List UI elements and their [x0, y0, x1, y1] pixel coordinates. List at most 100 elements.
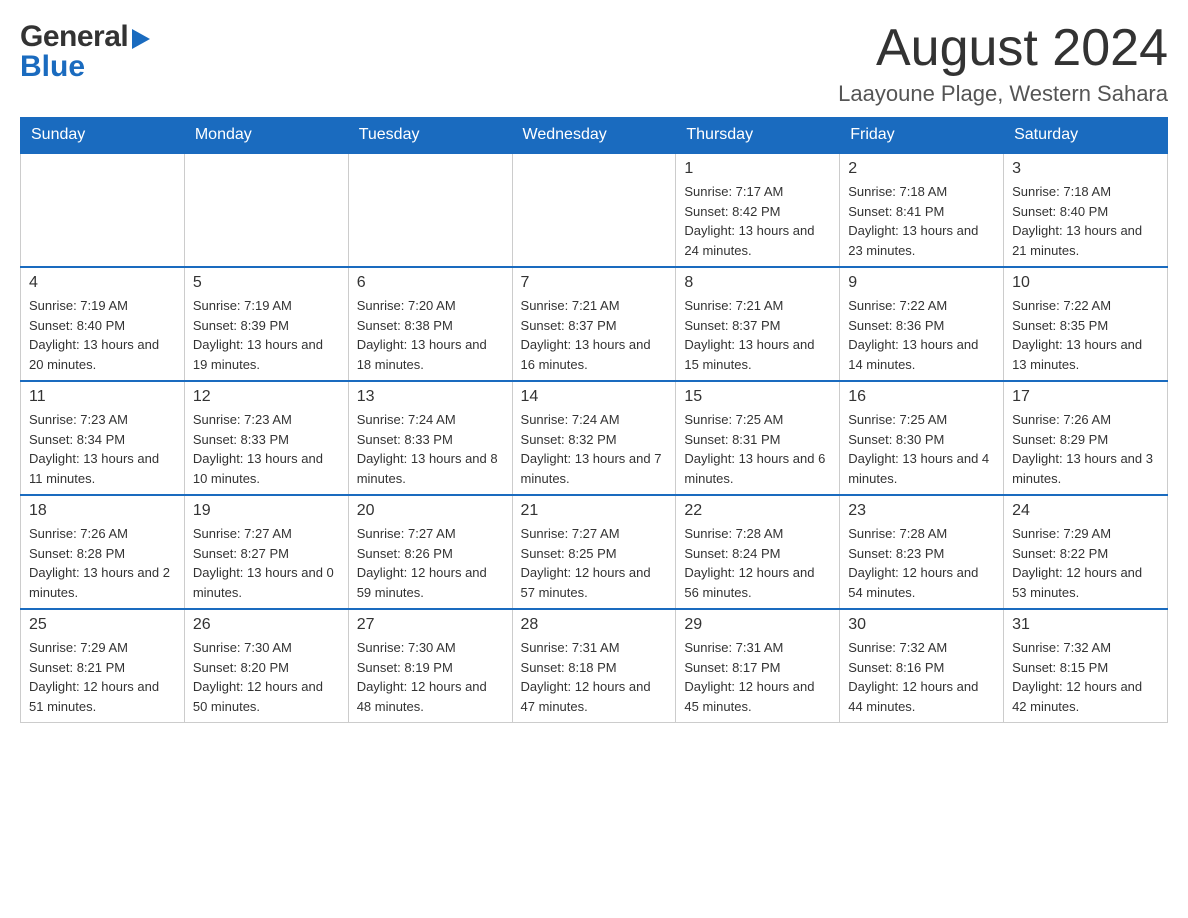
day-number: 7 — [521, 274, 668, 292]
calendar-day: 31 Sunrise: 7:32 AMSunset: 8:15 PMDayligh… — [1004, 609, 1168, 723]
day-info: Sunrise: 7:24 AMSunset: 8:33 PMDaylight:… — [357, 410, 504, 488]
calendar-day: 9Sunrise: 7:22 AMSunset: 8:36 PMDaylight… — [840, 267, 1004, 381]
calendar-day: 19 Sunrise: 7:27 AMSunset: 8:27 PMDayligh… — [184, 495, 348, 609]
calendar-week-4: 18Sunrise: 7:26 AMSunset: 8:28 PMDayligh… — [21, 495, 1168, 609]
calendar-day: 13 Sunrise: 7:24 AMSunset: 8:33 PMDayligh… — [348, 381, 512, 495]
calendar-day — [184, 153, 348, 267]
day-header-wednesday: Wednesday — [512, 118, 676, 154]
calendar-day: 3 Sunrise: 7:18 AMSunset: 8:40 PMDaylight… — [1004, 153, 1168, 267]
day-header-tuesday: Tuesday — [348, 118, 512, 154]
calendar-day: 5Sunrise: 7:19 AMSunset: 8:39 PMDaylight… — [184, 267, 348, 381]
calendar-header: SundayMondayTuesdayWednesdayThursdayFrid… — [21, 118, 1168, 154]
calendar-week-3: 11 Sunrise: 7:23 AMSunset: 8:34 PMDayligh… — [21, 381, 1168, 495]
logo: General Blue — [20, 20, 150, 84]
calendar-day: 14 Sunrise: 7:24 AMSunset: 8:32 PMDayligh… — [512, 381, 676, 495]
day-info: Sunrise: 7:26 AMSunset: 8:29 PMDaylight:… — [1012, 410, 1159, 488]
day-number: 26 — [193, 616, 340, 634]
logo-blue-text: Blue — [20, 50, 150, 84]
calendar-day: 15 Sunrise: 7:25 AMSunset: 8:31 PMDayligh… — [676, 381, 840, 495]
calendar-day: 7Sunrise: 7:21 AMSunset: 8:37 PMDaylight… — [512, 267, 676, 381]
calendar-day: 25 Sunrise: 7:29 AMSunset: 8:21 PMDayligh… — [21, 609, 185, 723]
calendar-day: 2Sunrise: 7:18 AMSunset: 8:41 PMDaylight… — [840, 153, 1004, 267]
calendar-day: 18Sunrise: 7:26 AMSunset: 8:28 PMDayligh… — [21, 495, 185, 609]
calendar-day: 11 Sunrise: 7:23 AMSunset: 8:34 PMDayligh… — [21, 381, 185, 495]
calendar-day: 16Sunrise: 7:25 AMSunset: 8:30 PMDayligh… — [840, 381, 1004, 495]
day-number: 9 — [848, 274, 995, 292]
day-info: Sunrise: 7:29 AMSunset: 8:21 PMDaylight:… — [29, 638, 176, 716]
calendar-day: 22Sunrise: 7:28 AMSunset: 8:24 PMDayligh… — [676, 495, 840, 609]
calendar-day: 23 Sunrise: 7:28 AMSunset: 8:23 PMDayligh… — [840, 495, 1004, 609]
day-info: Sunrise: 7:25 AMSunset: 8:31 PMDaylight:… — [684, 410, 831, 488]
calendar-day: 17Sunrise: 7:26 AMSunset: 8:29 PMDayligh… — [1004, 381, 1168, 495]
day-header-saturday: Saturday — [1004, 118, 1168, 154]
calendar-day: 27 Sunrise: 7:30 AMSunset: 8:19 PMDayligh… — [348, 609, 512, 723]
day-info: Sunrise: 7:27 AMSunset: 8:27 PMDaylight:… — [193, 524, 340, 602]
logo-general-text: General — [20, 20, 128, 54]
day-info: Sunrise: 7:22 AMSunset: 8:35 PMDaylight:… — [1012, 296, 1159, 374]
day-number: 24 — [1012, 502, 1159, 520]
day-header-monday: Monday — [184, 118, 348, 154]
day-info: Sunrise: 7:27 AMSunset: 8:26 PMDaylight:… — [357, 524, 504, 602]
calendar-day: 1 Sunrise: 7:17 AMSunset: 8:42 PMDaylight… — [676, 153, 840, 267]
day-info: Sunrise: 7:18 AMSunset: 8:41 PMDaylight:… — [848, 182, 995, 260]
calendar-day: 8 Sunrise: 7:21 AMSunset: 8:37 PMDaylight… — [676, 267, 840, 381]
day-info: Sunrise: 7:18 AMSunset: 8:40 PMDaylight:… — [1012, 182, 1159, 260]
day-header-thursday: Thursday — [676, 118, 840, 154]
day-info: Sunrise: 7:20 AMSunset: 8:38 PMDaylight:… — [357, 296, 504, 374]
day-number: 1 — [684, 160, 831, 178]
calendar-week-5: 25 Sunrise: 7:29 AMSunset: 8:21 PMDayligh… — [21, 609, 1168, 723]
day-info: Sunrise: 7:24 AMSunset: 8:32 PMDaylight:… — [521, 410, 668, 488]
day-number: 3 — [1012, 160, 1159, 178]
day-number: 19 — [193, 502, 340, 520]
day-number: 22 — [684, 502, 831, 520]
day-header-sunday: Sunday — [21, 118, 185, 154]
month-title: August 2024 — [838, 20, 1168, 77]
day-info: Sunrise: 7:26 AMSunset: 8:28 PMDaylight:… — [29, 524, 176, 602]
day-number: 6 — [357, 274, 504, 292]
calendar-day: 6 Sunrise: 7:20 AMSunset: 8:38 PMDaylight… — [348, 267, 512, 381]
day-number: 13 — [357, 388, 504, 406]
day-info: Sunrise: 7:27 AMSunset: 8:25 PMDaylight:… — [521, 524, 668, 602]
day-info: Sunrise: 7:23 AMSunset: 8:34 PMDaylight:… — [29, 410, 176, 488]
day-number: 4 — [29, 274, 176, 292]
day-number: 11 — [29, 388, 176, 406]
calendar-table: SundayMondayTuesdayWednesdayThursdayFrid… — [20, 117, 1168, 723]
day-info: Sunrise: 7:23 AMSunset: 8:33 PMDaylight:… — [193, 410, 340, 488]
day-number: 30 — [848, 616, 995, 634]
calendar-day: 24Sunrise: 7:29 AMSunset: 8:22 PMDayligh… — [1004, 495, 1168, 609]
calendar-day: 29Sunrise: 7:31 AMSunset: 8:17 PMDayligh… — [676, 609, 840, 723]
calendar-day: 12 Sunrise: 7:23 AMSunset: 8:33 PMDayligh… — [184, 381, 348, 495]
day-number: 14 — [521, 388, 668, 406]
day-number: 31 — [1012, 616, 1159, 634]
calendar-day: 20 Sunrise: 7:27 AMSunset: 8:26 PMDayligh… — [348, 495, 512, 609]
day-number: 8 — [684, 274, 831, 292]
day-header-friday: Friday — [840, 118, 1004, 154]
day-info: Sunrise: 7:28 AMSunset: 8:23 PMDaylight:… — [848, 524, 995, 602]
day-info: Sunrise: 7:25 AMSunset: 8:30 PMDaylight:… — [848, 410, 995, 488]
calendar-week-2: 4 Sunrise: 7:19 AMSunset: 8:40 PMDaylight… — [21, 267, 1168, 381]
day-number: 23 — [848, 502, 995, 520]
days-header-row: SundayMondayTuesdayWednesdayThursdayFrid… — [21, 118, 1168, 154]
day-number: 12 — [193, 388, 340, 406]
day-info: Sunrise: 7:30 AMSunset: 8:19 PMDaylight:… — [357, 638, 504, 716]
day-number: 15 — [684, 388, 831, 406]
day-info: Sunrise: 7:32 AMSunset: 8:16 PMDaylight:… — [848, 638, 995, 716]
title-section: August 2024 Laayoune Plage, Western Saha… — [838, 20, 1168, 107]
day-info: Sunrise: 7:19 AMSunset: 8:40 PMDaylight:… — [29, 296, 176, 374]
calendar-week-1: 1 Sunrise: 7:17 AMSunset: 8:42 PMDaylight… — [21, 153, 1168, 267]
day-info: Sunrise: 7:17 AMSunset: 8:42 PMDaylight:… — [684, 182, 831, 260]
page-header: General Blue August 2024 Laayoune Plage,… — [20, 20, 1168, 107]
day-info: Sunrise: 7:32 AMSunset: 8:15 PMDaylight:… — [1012, 638, 1159, 716]
calendar-day: 30 Sunrise: 7:32 AMSunset: 8:16 PMDayligh… — [840, 609, 1004, 723]
day-info: Sunrise: 7:21 AMSunset: 8:37 PMDaylight:… — [684, 296, 831, 374]
day-info: Sunrise: 7:19 AMSunset: 8:39 PMDaylight:… — [193, 296, 340, 374]
day-number: 25 — [29, 616, 176, 634]
location-title: Laayoune Plage, Western Sahara — [838, 81, 1168, 107]
logo-arrow-icon — [132, 29, 150, 49]
calendar-day — [21, 153, 185, 267]
calendar-body: 1 Sunrise: 7:17 AMSunset: 8:42 PMDaylight… — [21, 153, 1168, 723]
day-info: Sunrise: 7:31 AMSunset: 8:18 PMDaylight:… — [521, 638, 668, 716]
calendar-day: 21Sunrise: 7:27 AMSunset: 8:25 PMDayligh… — [512, 495, 676, 609]
day-number: 27 — [357, 616, 504, 634]
day-number: 20 — [357, 502, 504, 520]
